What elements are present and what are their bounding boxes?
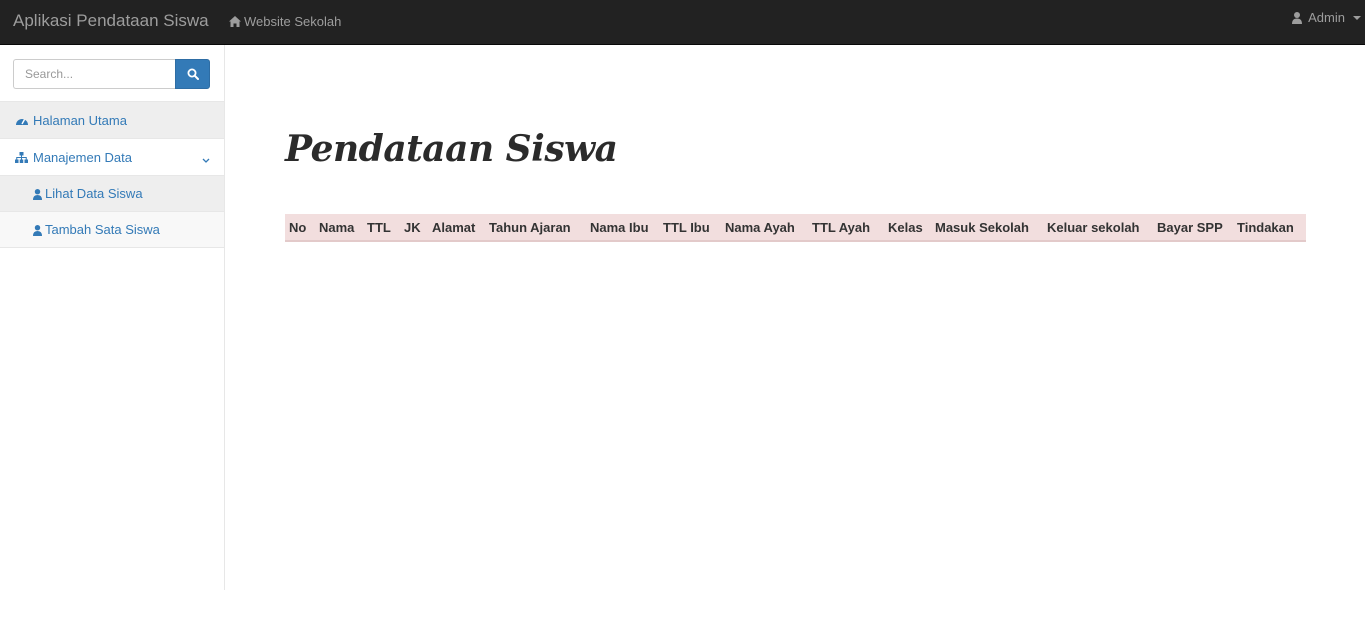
column-header-nama: Nama — [319, 220, 355, 235]
sidebar-search — [0, 45, 224, 102]
sidebar-item-manajemen-data[interactable]: Manajemen Data — [0, 139, 224, 176]
sitemap-icon — [15, 150, 29, 164]
column-header-jk: JK — [404, 220, 421, 235]
sidebar-item-label: Manajemen Data — [33, 149, 132, 165]
page-title: Pendataan Siswa — [285, 128, 618, 170]
user-dropdown[interactable]: Admin — [1292, 10, 1361, 25]
search-icon — [187, 68, 199, 80]
website-sekolah-link[interactable]: Website Sekolah — [229, 14, 341, 29]
sidebar-subitem-tambah-sata-siswa[interactable]: Tambah Sata Siswa — [0, 212, 224, 248]
data-table-header: No Nama TTL JK Alamat Tahun Ajaran Nama … — [285, 214, 1306, 242]
sidebar-item-halaman-utama[interactable]: Halaman Utama — [0, 102, 224, 139]
user-icon — [1292, 11, 1303, 24]
column-header-tahun-ajaran: Tahun Ajaran — [489, 220, 571, 235]
column-header-masuk-sekolah: Masuk Sekolah — [935, 220, 1029, 235]
column-header-bayar-spp: Bayar SPP — [1157, 220, 1223, 235]
caret-down-icon — [1353, 15, 1361, 20]
user-icon — [33, 224, 43, 236]
search-input[interactable] — [13, 59, 176, 89]
column-header-kelas: Kelas — [888, 220, 923, 235]
column-header-nama-ayah: Nama Ayah — [725, 220, 795, 235]
column-header-no: No — [289, 220, 307, 235]
sidebar-subitem-lihat-data-siswa[interactable]: Lihat Data Siswa — [0, 176, 224, 212]
column-header-keluar-sekolah: Keluar sekolah — [1047, 220, 1140, 235]
chevron-down-icon — [202, 152, 210, 167]
column-header-ttl-ibu: TTL Ibu — [663, 220, 710, 235]
app-brand[interactable]: Aplikasi Pendataan Siswa — [13, 11, 209, 31]
column-header-ttl: TTL — [367, 220, 391, 235]
top-navbar: Aplikasi Pendataan Siswa Website Sekolah… — [0, 0, 1365, 45]
user-name: Admin — [1308, 10, 1345, 25]
website-sekolah-label: Website Sekolah — [244, 14, 342, 29]
sidebar: Halaman Utama Manajemen Data Lihat Data … — [0, 45, 225, 590]
column-header-tindakan: Tindakan — [1237, 220, 1294, 235]
home-icon — [229, 16, 241, 27]
column-header-alamat: Alamat — [432, 220, 476, 235]
sidebar-subitem-label: Tambah Sata Siswa — [45, 222, 160, 237]
column-header-ttl-ayah: TTL Ayah — [812, 220, 871, 235]
user-icon — [33, 188, 43, 200]
sidebar-subitem-label: Lihat Data Siswa — [45, 186, 143, 201]
dashboard-icon — [15, 113, 29, 127]
sidebar-item-label: Halaman Utama — [33, 112, 127, 128]
search-button[interactable] — [175, 59, 210, 89]
column-header-nama-ibu: Nama Ibu — [590, 220, 649, 235]
